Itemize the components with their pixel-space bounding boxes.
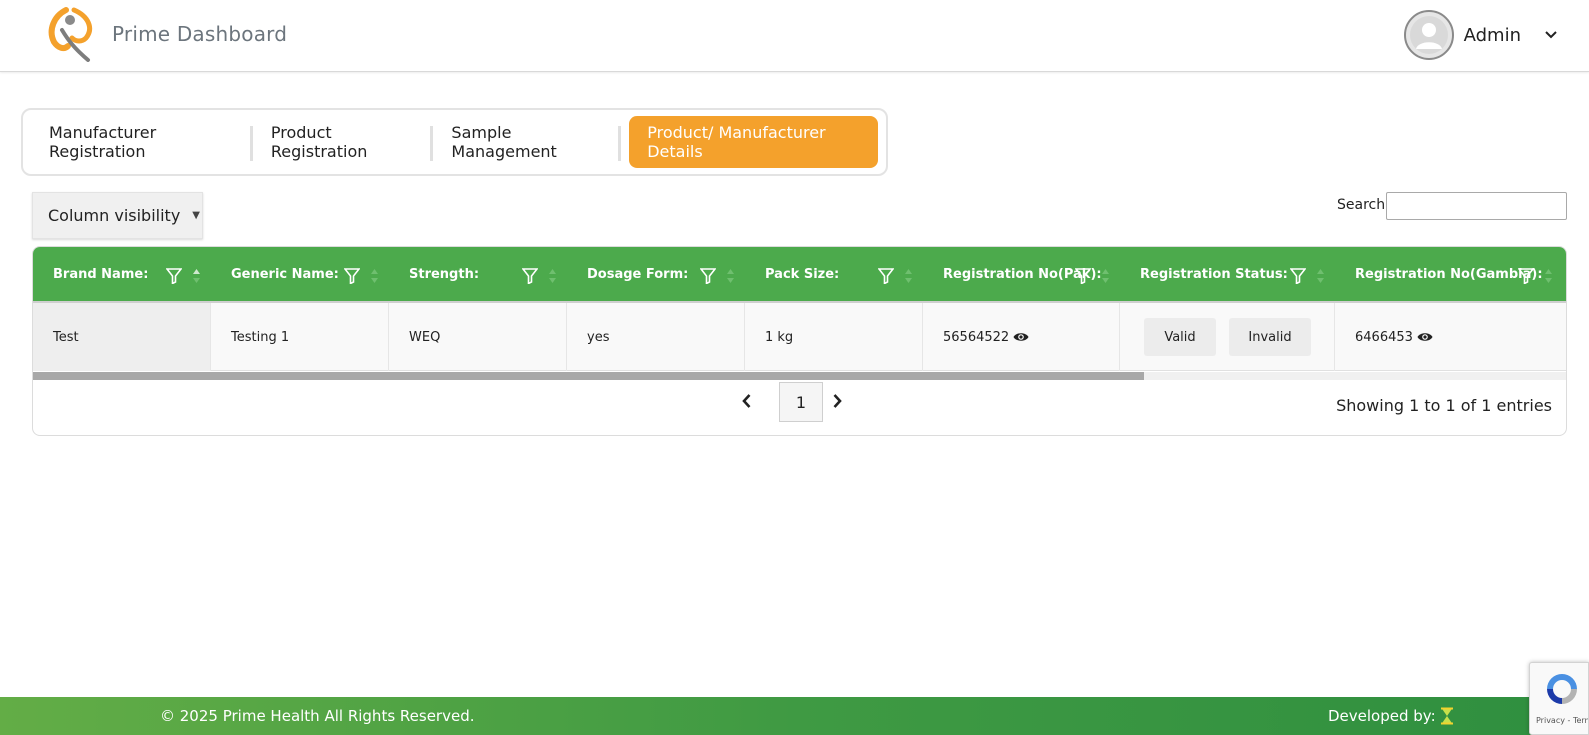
user-menu[interactable]: Admin <box>1403 10 1559 60</box>
recaptcha-badge[interactable]: Privacy - Terms <box>1529 662 1589 735</box>
cell-registration-status: Valid Invalid <box>1120 303 1335 371</box>
developed-by-label: Developed by: <box>1328 707 1436 725</box>
prime-health-logo[interactable] <box>44 6 96 62</box>
column-header-label: Registration No(Gambia): <box>1355 266 1543 282</box>
footer: © 2025 Prime Health All Rights Reserved.… <box>0 697 1589 735</box>
filter-icon[interactable] <box>1290 268 1306 284</box>
filter-icon[interactable] <box>166 268 182 284</box>
developed-by: Developed by: <box>1328 707 1454 725</box>
chevron-right-icon[interactable] <box>827 391 847 411</box>
search-label: Search: <box>1337 197 1390 213</box>
tab-sample-management[interactable]: Sample Management <box>433 116 622 168</box>
hourglass-logo-icon[interactable] <box>1440 707 1454 725</box>
column-header-brand-name[interactable]: Brand Name: <box>33 247 211 301</box>
recaptcha-links[interactable]: Privacy - Terms <box>1536 716 1588 725</box>
sort-icon[interactable] <box>371 269 378 283</box>
column-header-pack-size[interactable]: Pack Size: <box>745 247 923 301</box>
column-header-registration-status[interactable]: Registration Status: <box>1120 247 1335 301</box>
cell-generic-name: Testing 1 <box>211 303 389 371</box>
column-header-registration-no-pak[interactable]: Registration No(Pak): <box>923 247 1120 301</box>
horizontal-scrollbar[interactable] <box>33 372 1566 380</box>
search-input[interactable] <box>1386 192 1567 220</box>
cell-pack-size: 1 kg <box>745 303 923 371</box>
entries-info: Showing 1 to 1 of 1 entries <box>1336 396 1552 415</box>
column-header-label: Brand Name: <box>53 266 149 282</box>
cell-strength: WEQ <box>389 303 567 371</box>
user-name[interactable]: Admin <box>1464 25 1521 46</box>
cell-registration-no-pak: 56564522 <box>923 303 1120 371</box>
tab-product-manufacturer-details[interactable]: Product/ Manufacturer Details <box>629 116 878 168</box>
details-table: Brand Name: Generic Name: Strength: Dosa… <box>32 246 1567 436</box>
copyright-text: © 2025 Prime Health All Rights Reserved. <box>160 707 475 725</box>
table-row[interactable]: Test Testing 1 WEQ yes 1 kg 56564522 Val… <box>33 303 1566 371</box>
sort-icon[interactable] <box>1102 269 1109 283</box>
sort-icon[interactable] <box>905 269 912 283</box>
recaptcha-icon <box>1547 674 1577 704</box>
top-bar: Prime Dashboard Admin <box>0 0 1589 72</box>
sort-icon[interactable] <box>727 269 734 283</box>
column-header-label: Dosage Form: <box>587 266 689 282</box>
valid-button[interactable]: Valid <box>1144 318 1216 356</box>
table-header: Brand Name: Generic Name: Strength: Dosa… <box>33 247 1566 301</box>
column-header-label: Registration Status: <box>1140 266 1288 282</box>
cell-brand-name: Test <box>33 303 211 371</box>
user-avatar-icon[interactable] <box>1403 10 1454 60</box>
filter-icon[interactable] <box>344 268 360 284</box>
tab-manufacturer-registration[interactable]: Manufacturer Registration <box>31 116 253 168</box>
sort-icon[interactable] <box>193 269 200 283</box>
filter-icon[interactable] <box>1075 268 1091 284</box>
registration-no-gambia-value: 6466453 <box>1355 329 1413 345</box>
column-header-generic-name[interactable]: Generic Name: <box>211 247 389 301</box>
filter-icon[interactable] <box>878 268 894 284</box>
column-header-label: Pack Size: <box>765 266 840 282</box>
filter-icon[interactable] <box>1518 268 1534 284</box>
sort-icon[interactable] <box>1317 269 1324 283</box>
tab-product-registration[interactable]: Product Registration <box>253 116 434 168</box>
column-header-registration-no-gambia[interactable]: Registration No(Gambia): <box>1335 247 1566 301</box>
filter-icon[interactable] <box>700 268 716 284</box>
chevron-down-icon[interactable] <box>1543 27 1559 43</box>
registration-no-pak-value: 56564522 <box>943 329 1010 345</box>
invalid-button[interactable]: Invalid <box>1229 318 1311 356</box>
app-title: Prime Dashboard <box>112 22 288 46</box>
column-header-strength[interactable]: Strength: <box>389 247 567 301</box>
column-header-dosage-form[interactable]: Dosage Form: <box>567 247 745 301</box>
eye-icon[interactable] <box>1417 331 1433 343</box>
sort-icon[interactable] <box>1545 269 1552 283</box>
column-header-label: Generic Name: <box>231 266 339 282</box>
chevron-left-icon[interactable] <box>737 391 757 411</box>
caret-down-icon: ▼ <box>192 210 200 221</box>
registration-tabs: Manufacturer Registration Product Regist… <box>21 108 888 176</box>
column-header-label: Strength: <box>409 266 480 282</box>
eye-icon[interactable] <box>1013 331 1029 343</box>
filter-icon[interactable] <box>522 268 538 284</box>
column-visibility-button[interactable]: Column visibility ▼ <box>32 192 203 239</box>
cell-dosage-form: yes <box>567 303 745 371</box>
column-visibility-label: Column visibility <box>48 206 181 225</box>
cell-registration-no-gambia: 6466453 <box>1335 303 1566 371</box>
sort-icon[interactable] <box>549 269 556 283</box>
page-button-current[interactable]: 1 <box>779 382 823 422</box>
scrollbar-thumb[interactable] <box>33 372 1144 380</box>
